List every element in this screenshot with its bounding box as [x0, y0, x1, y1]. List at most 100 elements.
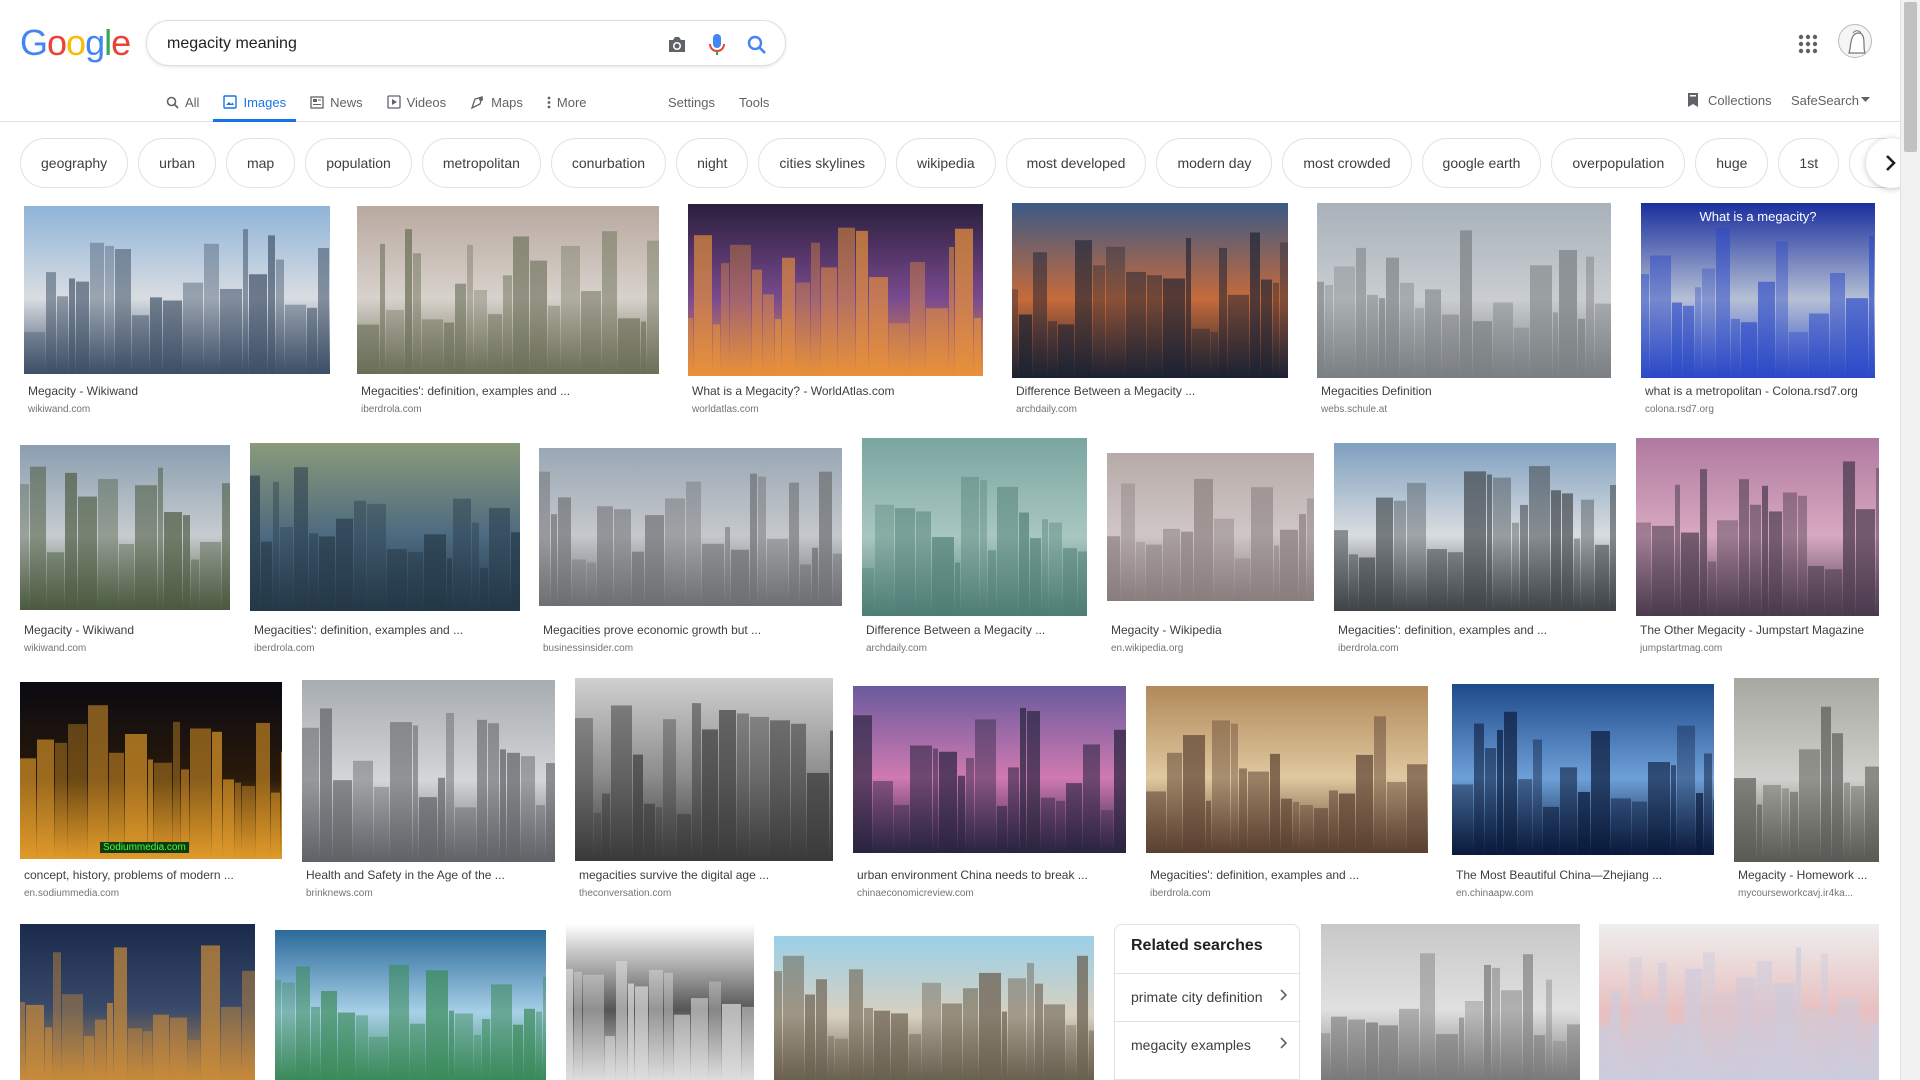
- result-thumbnail[interactable]: [1012, 203, 1288, 378]
- result-title[interactable]: The Other Megacity - Jumpstart Magazine: [1640, 623, 1879, 637]
- result-source[interactable]: en.sodiummedia.com: [24, 888, 282, 899]
- result-thumbnail[interactable]: [1334, 443, 1616, 611]
- result-thumbnail[interactable]: [774, 936, 1094, 1080]
- chip[interactable]: modern day: [1156, 138, 1273, 188]
- result-source[interactable]: iberdrola.com: [1150, 888, 1428, 899]
- result-thumbnail[interactable]: [1599, 924, 1879, 1080]
- tab-maps[interactable]: Maps: [470, 86, 523, 122]
- related-search-item[interactable]: primate city definition: [1115, 973, 1299, 1019]
- tab-news[interactable]: News: [310, 86, 363, 122]
- result-thumbnail[interactable]: [1146, 686, 1428, 853]
- result-title[interactable]: Megacity - Homework ...: [1738, 868, 1879, 882]
- settings-link[interactable]: Settings: [668, 86, 715, 122]
- result-thumbnail[interactable]: [250, 443, 520, 611]
- result-title[interactable]: Megacity - Wikiwand: [28, 384, 330, 398]
- chip[interactable]: most crowded: [1282, 138, 1412, 188]
- camera-icon[interactable]: [665, 33, 689, 57]
- result-thumbnail[interactable]: [1107, 453, 1314, 601]
- result-title[interactable]: Megacities': definition, examples and ..…: [1338, 623, 1616, 637]
- result-source[interactable]: iberdrola.com: [1338, 643, 1616, 654]
- tab-images[interactable]: Images: [213, 86, 296, 122]
- result-title[interactable]: Megacities prove economic growth but ...: [543, 623, 842, 637]
- result-source[interactable]: archdaily.com: [1016, 404, 1288, 415]
- search-input[interactable]: [167, 32, 627, 56]
- chip[interactable]: night: [676, 138, 749, 188]
- result-thumbnail[interactable]: [1734, 678, 1879, 862]
- result-thumbnail[interactable]: [688, 204, 983, 376]
- tab-more[interactable]: More: [547, 86, 587, 122]
- result-title[interactable]: Difference Between a Megacity ...: [866, 623, 1087, 637]
- result-source[interactable]: iberdrola.com: [254, 643, 520, 654]
- result-title[interactable]: Megacity - Wikiwand: [24, 623, 230, 637]
- chip[interactable]: population: [305, 138, 412, 188]
- scrollbar-thumb[interactable]: [1904, 2, 1917, 152]
- page-scrollbar[interactable]: [1900, 0, 1920, 1080]
- chip[interactable]: overpopulation: [1551, 138, 1686, 188]
- tools-link[interactable]: Tools: [739, 86, 769, 122]
- result-thumbnail[interactable]: [20, 682, 282, 859]
- google-apps-icon[interactable]: [1796, 32, 1820, 56]
- result-thumbnail[interactable]: [20, 445, 230, 610]
- result-title[interactable]: concept, history, problems of modern ...: [24, 868, 282, 882]
- result-source[interactable]: en.wikipedia.org: [1111, 643, 1314, 654]
- result-title[interactable]: Megacity - Wikipedia: [1111, 623, 1314, 637]
- result-thumbnail[interactable]: [20, 924, 255, 1080]
- result-source[interactable]: jumpstartmag.com: [1640, 643, 1879, 654]
- related-search-item[interactable]: megacity examples: [1115, 1021, 1299, 1067]
- result-thumbnail[interactable]: [1452, 684, 1714, 855]
- result-source[interactable]: brinknews.com: [306, 888, 555, 899]
- chip[interactable]: conurbation: [550, 138, 667, 188]
- result-source[interactable]: theconversation.com: [579, 888, 833, 899]
- result-thumbnail[interactable]: [1321, 924, 1580, 1080]
- result-thumbnail[interactable]: [275, 930, 546, 1080]
- result-thumbnail[interactable]: [302, 680, 555, 862]
- result-thumbnail[interactable]: [1641, 203, 1875, 378]
- result-title[interactable]: urban environment China needs to break .…: [857, 868, 1126, 882]
- result-thumbnail[interactable]: [357, 206, 659, 374]
- chip[interactable]: google earth: [1421, 138, 1542, 188]
- safesearch-toggle[interactable]: SafeSearch: [1791, 86, 1870, 114]
- result-thumbnail[interactable]: [1317, 203, 1611, 378]
- chip[interactable]: geography: [20, 138, 129, 188]
- chip[interactable]: 1st: [1778, 138, 1840, 188]
- result-title[interactable]: Megacities': definition, examples and ..…: [254, 623, 520, 637]
- result-title[interactable]: Megacities': definition, examples and ..…: [361, 384, 659, 398]
- result-title[interactable]: what is a metropolitan - Colona.rsd7.org: [1645, 384, 1875, 398]
- result-title[interactable]: megacities survive the digital age ...: [579, 868, 833, 882]
- result-title[interactable]: Megacities Definition: [1321, 384, 1611, 398]
- chip[interactable]: cities skylines: [758, 138, 887, 188]
- result-source[interactable]: businessinsider.com: [543, 643, 842, 654]
- result-source[interactable]: worldatlas.com: [692, 404, 983, 415]
- result-title[interactable]: Health and Safety in the Age of the ...: [306, 868, 555, 882]
- result-thumbnail[interactable]: [566, 924, 754, 1080]
- google-logo[interactable]: Google: [20, 22, 131, 64]
- chip[interactable]: most developed: [1005, 138, 1147, 188]
- result-source[interactable]: webs.schule.at: [1321, 404, 1611, 415]
- result-title[interactable]: The Most Beautiful China—Zhejiang ...: [1456, 868, 1714, 882]
- result-source[interactable]: wikiwand.com: [24, 643, 230, 654]
- search-icon[interactable]: [745, 33, 769, 57]
- chip[interactable]: wikipedia: [896, 138, 996, 188]
- result-thumbnail[interactable]: [24, 206, 330, 374]
- result-source[interactable]: chinaeconomicreview.com: [857, 888, 1126, 899]
- result-thumbnail[interactable]: [853, 686, 1126, 853]
- result-source[interactable]: mycourseworkcavj.ir4ka...: [1738, 888, 1879, 899]
- chip[interactable]: huge: [1695, 138, 1769, 188]
- result-source[interactable]: en.chinaapw.com: [1456, 888, 1714, 899]
- result-source[interactable]: wikiwand.com: [28, 404, 330, 415]
- tab-all[interactable]: All: [166, 86, 199, 122]
- result-source[interactable]: colona.rsd7.org: [1645, 404, 1875, 415]
- result-title[interactable]: What is a Megacity? - WorldAtlas.com: [692, 384, 983, 398]
- result-source[interactable]: iberdrola.com: [361, 404, 659, 415]
- tab-videos[interactable]: Videos: [386, 86, 446, 122]
- chip[interactable]: map: [225, 138, 296, 188]
- result-thumbnail[interactable]: [539, 448, 842, 606]
- result-thumbnail[interactable]: [862, 438, 1087, 616]
- result-source[interactable]: archdaily.com: [866, 643, 1087, 654]
- result-title[interactable]: Difference Between a Megacity ...: [1016, 384, 1288, 398]
- account-avatar[interactable]: [1838, 24, 1872, 58]
- result-thumbnail[interactable]: [575, 678, 833, 861]
- microphone-icon[interactable]: [705, 33, 729, 57]
- chip[interactable]: metropolitan: [421, 138, 541, 188]
- collections-link[interactable]: Collections: [1686, 86, 1772, 114]
